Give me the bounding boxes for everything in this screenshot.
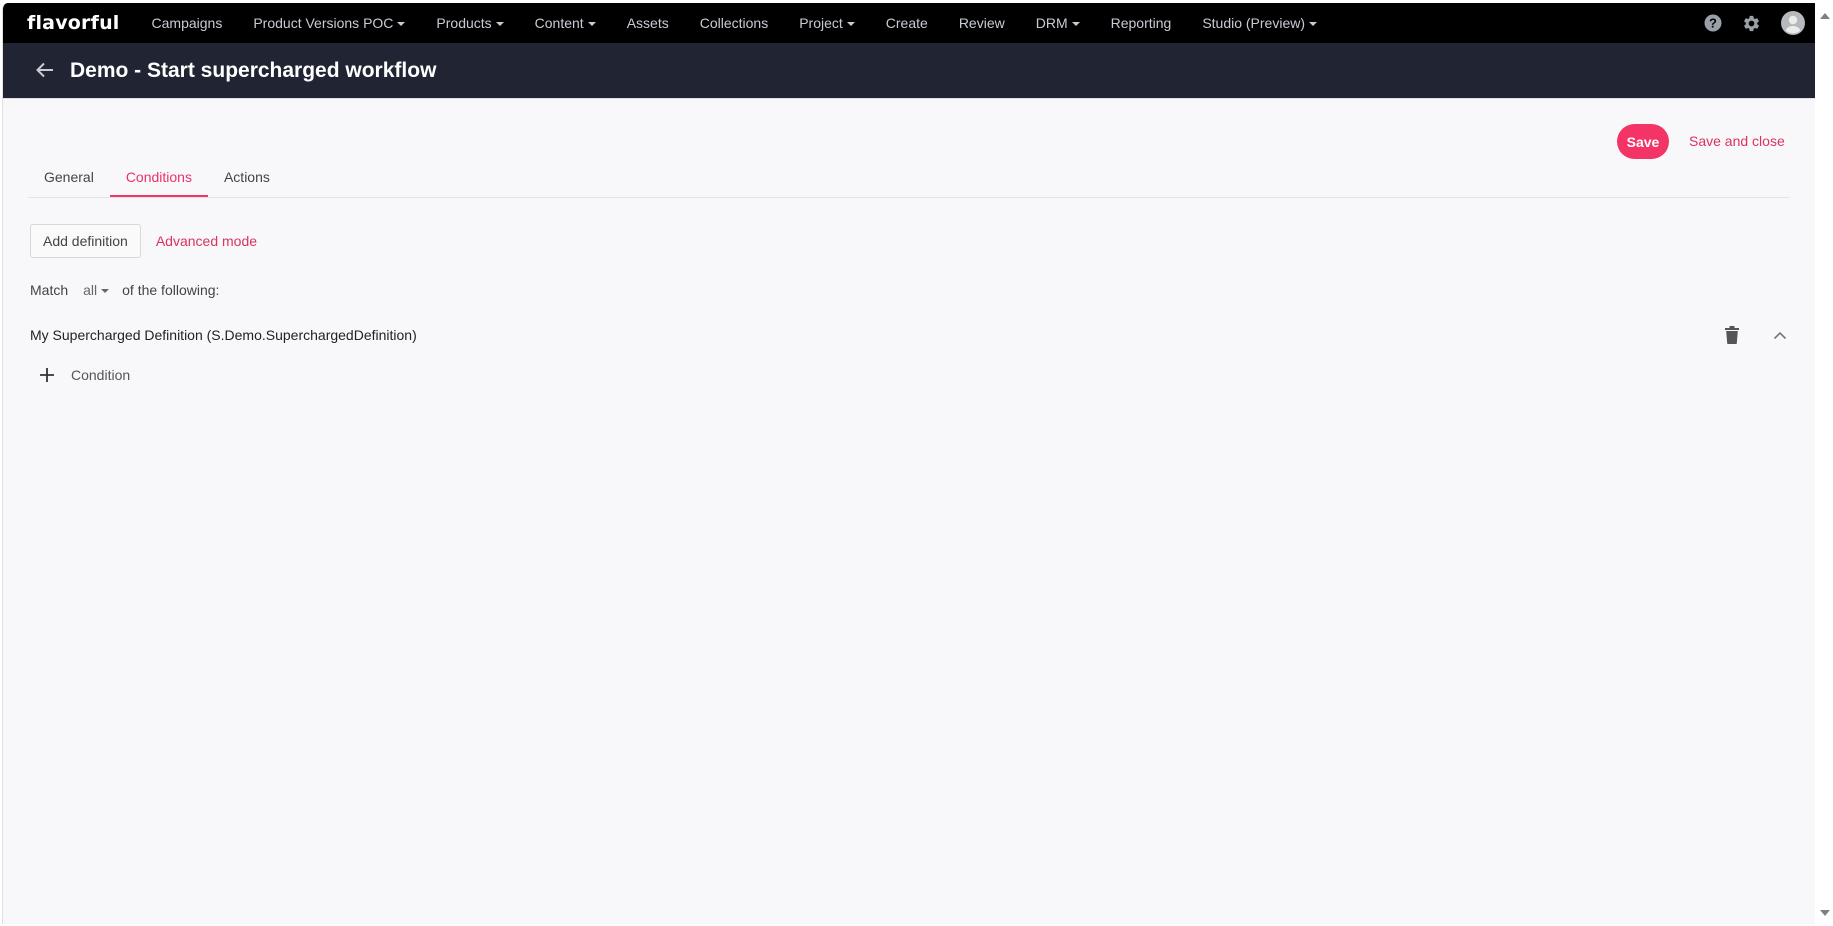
match-select[interactable]: all [83, 282, 110, 298]
nav-content[interactable]: Content [535, 15, 596, 31]
vertical-scrollbar[interactable] [1815, 3, 1833, 924]
chevron-up-icon [1773, 331, 1787, 339]
page-header: Demo - Start supercharged workflow [3, 43, 1815, 99]
nav-review[interactable]: Review [959, 15, 1005, 31]
caret-down-icon [101, 289, 110, 293]
caret-down-icon [495, 22, 504, 26]
advanced-mode-link[interactable]: Advanced mode [156, 233, 257, 249]
nav-label: Product Versions POC [253, 15, 394, 31]
definition-actions [1725, 326, 1791, 344]
help-icon: ? [1704, 14, 1722, 32]
nav-label: Studio (Preview) [1202, 15, 1306, 31]
caret-down-icon [397, 22, 406, 26]
caret-down-icon [1071, 22, 1080, 26]
scroll-down-arrow-icon[interactable] [1820, 910, 1830, 916]
definition-row: My Supercharged Definition (S.Demo.Super… [30, 326, 1791, 344]
nav-label: Review [958, 15, 1005, 31]
back-button[interactable] [36, 60, 54, 82]
definition-toolbar: Add definition Advanced mode [30, 224, 257, 258]
nav-collections[interactable]: Collections [700, 15, 768, 31]
app-window: flavorful Campaigns Product Versions POC… [2, 3, 1815, 924]
nav-reporting[interactable]: Reporting [1111, 15, 1172, 31]
nav-label: DRM [1035, 15, 1068, 31]
nav-label: Project [799, 15, 843, 31]
add-condition-label: Condition [71, 367, 131, 383]
plus-icon [40, 368, 54, 382]
match-prefix: Match [30, 282, 69, 298]
arrow-left-icon [36, 62, 53, 77]
nav-label: Campaigns [151, 15, 223, 31]
nav-create[interactable]: Create [886, 15, 928, 31]
tab-general[interactable]: General [28, 167, 110, 197]
nav-drm[interactable]: DRM [1036, 15, 1080, 31]
save-button[interactable]: Save [1617, 124, 1669, 159]
top-navigation: flavorful Campaigns Product Versions POC… [3, 3, 1815, 43]
nav-label: Collections [699, 15, 769, 31]
definition-title: My Supercharged Definition (S.Demo.Super… [30, 327, 417, 343]
settings-button[interactable] [1742, 14, 1761, 33]
match-suffix: of the following: [122, 282, 220, 298]
nav-campaigns[interactable]: Campaigns [152, 15, 223, 31]
match-row: Match all of the following: [30, 282, 219, 298]
save-and-close-button[interactable]: Save and close [1689, 133, 1785, 149]
trash-icon [1725, 326, 1739, 344]
nav-label: Content [534, 15, 584, 31]
add-condition-button[interactable]: Condition [39, 367, 130, 383]
delete-definition-button[interactable] [1725, 326, 1739, 344]
add-definition-button[interactable]: Add definition [30, 224, 141, 258]
caret-down-icon [846, 22, 855, 26]
collapse-definition-button[interactable] [1773, 331, 1787, 340]
help-button[interactable]: ? [1704, 14, 1722, 32]
nav-label: Reporting [1110, 15, 1172, 31]
match-value: all [83, 282, 98, 298]
scroll-up-arrow-icon[interactable] [1820, 13, 1830, 19]
user-menu-button[interactable] [1781, 11, 1805, 35]
caret-down-icon [1309, 22, 1318, 26]
nav-products[interactable]: Products [436, 15, 504, 31]
gear-icon [1744, 15, 1759, 31]
nav-label: Products [436, 15, 492, 31]
logo[interactable]: flavorful [27, 12, 120, 34]
page-title: Demo - Start supercharged workflow [70, 58, 437, 82]
tab-conditions[interactable]: Conditions [109, 167, 208, 197]
nav-studio-preview[interactable]: Studio (Preview) [1202, 15, 1318, 31]
nav-product-versions-poc[interactable]: Product Versions POC [253, 15, 406, 31]
svg-text:?: ? [1709, 16, 1717, 31]
caret-down-icon [587, 22, 596, 26]
nav-label: Assets [626, 15, 669, 31]
nav-assets[interactable]: Assets [627, 15, 669, 31]
nav-label: Create [885, 15, 928, 31]
nav-project[interactable]: Project [799, 15, 855, 31]
nav-right-icons: ? [1684, 11, 1805, 35]
tab-actions[interactable]: Actions [208, 167, 286, 197]
tab-bar: General Conditions Actions [28, 167, 1789, 198]
user-avatar-icon [1781, 11, 1805, 35]
